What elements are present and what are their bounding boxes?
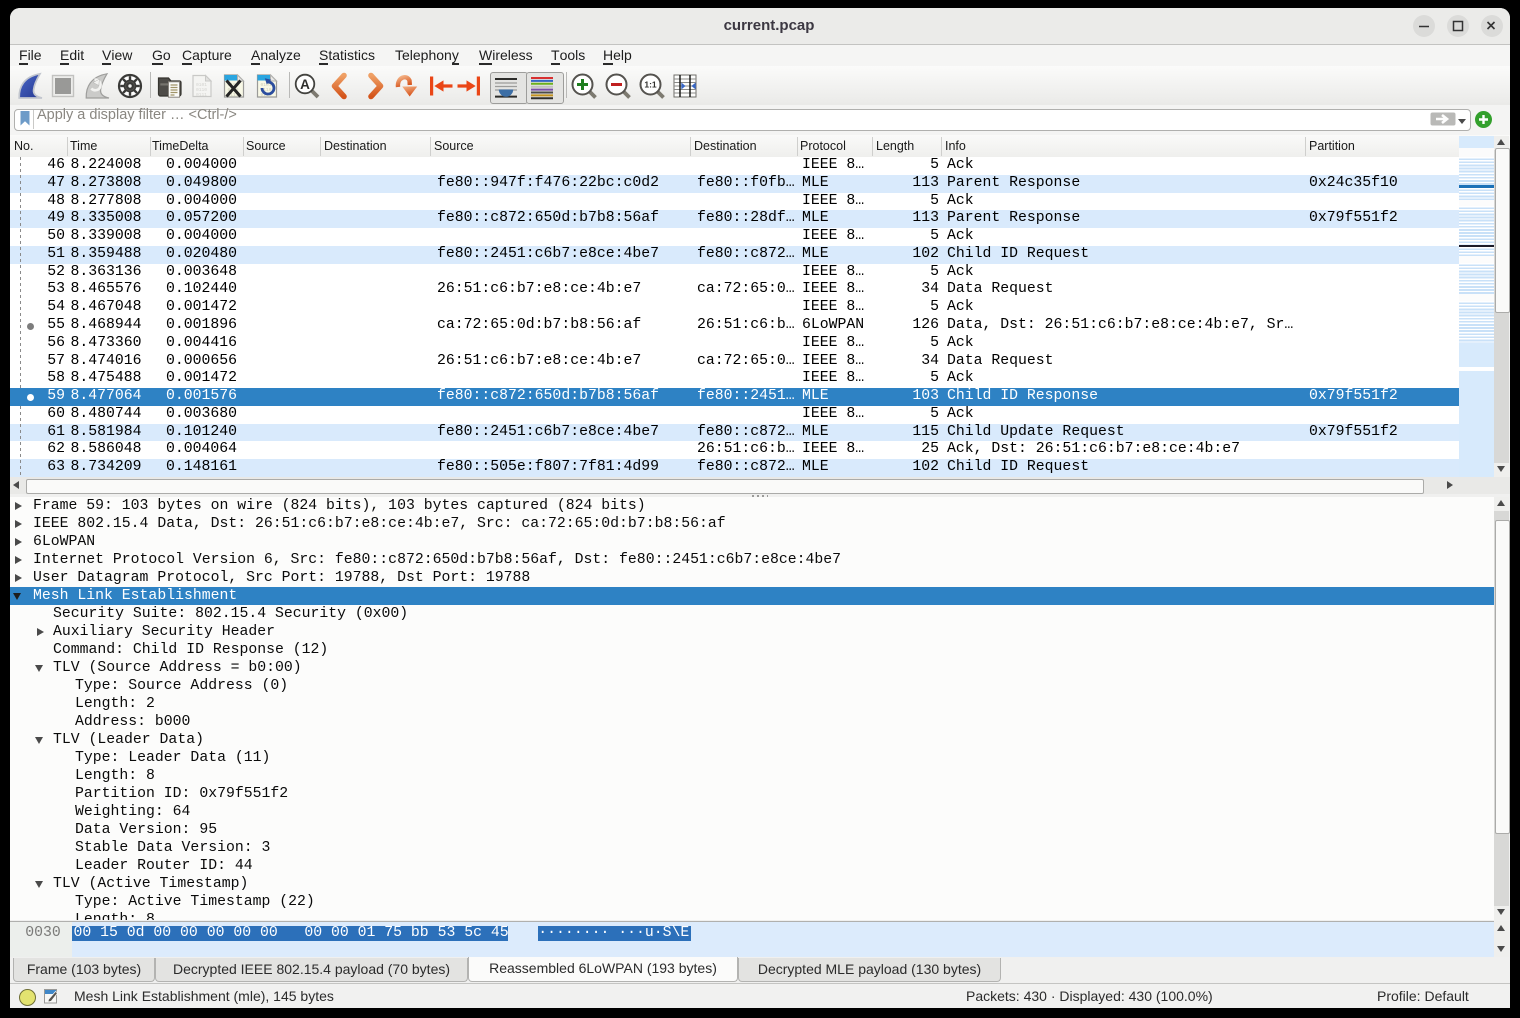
svg-text:1:1: 1:1 (644, 80, 657, 90)
svg-text:A: A (300, 77, 310, 92)
svg-text:0111: 0111 (196, 92, 207, 98)
